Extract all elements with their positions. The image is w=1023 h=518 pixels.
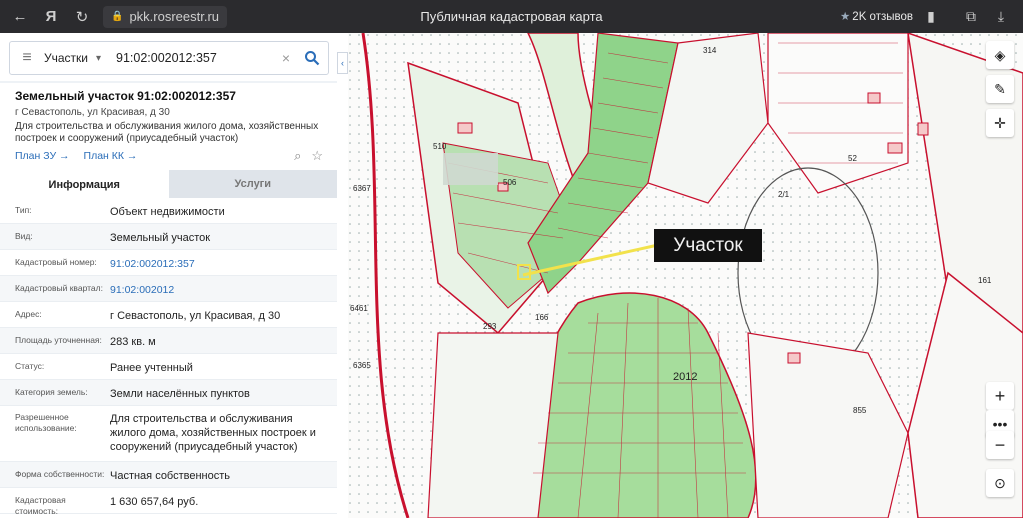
parcel-label: 506 (503, 178, 517, 187)
row-label: Кадастровый номер: (15, 257, 97, 267)
row-value: Ранее учтенный (110, 362, 193, 374)
parcel-label: 6367 (353, 184, 371, 193)
row-value: 1 630 657,64 руб. (110, 496, 199, 508)
divider (0, 81, 337, 83)
row-label: Тип: (15, 205, 32, 215)
zoom-in-button[interactable]: + (986, 382, 1014, 410)
parcel-title: Земельный участок 91:02:002012:357 (15, 89, 236, 103)
reload-icon[interactable]: ↻ (71, 6, 93, 28)
compass-icon[interactable]: ⊙ (986, 469, 1014, 497)
reviews-badge[interactable]: ★ 2K отзывов (840, 9, 913, 23)
row-value: Объект недвижимости (110, 206, 225, 218)
zoom-out-button[interactable]: − (986, 431, 1014, 459)
collapse-panel-button[interactable]: ‹ (337, 52, 348, 74)
search-bar: ≡ Участки ▾ 91:02:002012:357 × (9, 41, 329, 75)
parcel-label: 314 (703, 46, 717, 55)
table-row: Категория земель: Земли населённых пункто… (0, 380, 337, 406)
row-value: г Севастополь, ул Красивая, д 30 (110, 310, 281, 322)
table-row: Тип: Объект недвижимости (0, 198, 337, 224)
cadastral-number-link[interactable]: 91:02:002012:357 (110, 257, 337, 271)
cadastral-quarter-link[interactable]: 91:02:002012 (110, 283, 337, 297)
zoom-to-icon[interactable]: ⌕ (294, 148, 301, 164)
yandex-icon[interactable]: Я (40, 6, 62, 28)
table-row: Вид: Земельный участок (0, 224, 337, 250)
table-row: Разрешенное использование: Для строительс… (0, 406, 337, 462)
reviews-count: 2K отзывов (852, 11, 913, 23)
row-label: Вид: (15, 231, 33, 241)
cadastral-map[interactable]: 510 506 293 166 314 2/1 161 6367 6461 63… (348, 33, 1023, 518)
parcel-address: г Севастополь, ул Красивая, д 30 (15, 107, 170, 118)
row-value: Земельный участок (110, 232, 211, 244)
parcel-label: 161 (978, 276, 992, 285)
block-label: 2012 (673, 371, 697, 383)
plan-kk-link[interactable]: План КК → (84, 150, 138, 162)
menu-icon[interactable]: ≡ (10, 49, 44, 67)
clear-icon[interactable]: × (276, 50, 296, 66)
parcel-label: 6461 (350, 304, 368, 313)
tab-services[interactable]: Услуги (168, 170, 337, 198)
row-value: 283 кв. м (110, 336, 156, 348)
address-bar[interactable]: 🔒 pkk.rosreestr.ru (103, 5, 228, 28)
row-label: Площадь уточненная: (15, 335, 102, 345)
parcel-actions: ⌕ ☆ (294, 148, 323, 164)
parcel-label: 2/1 (778, 190, 790, 199)
search-icon (305, 51, 320, 66)
row-value: Частная собственность (110, 470, 231, 482)
row-label: Кадастровый квартал: (15, 283, 103, 293)
row-value: Для строительства и обслуживания жилого … (110, 413, 316, 453)
table-row: Кадастровая стоимость: 1 630 657,64 руб. (0, 488, 337, 516)
table-row: Кадастровый номер: 91:02:002012:357 (0, 250, 337, 276)
url-text: pkk.rosreestr.ru (129, 9, 220, 24)
parcel-purpose: Для строительства и обслуживания жилого … (15, 121, 319, 144)
layers-icon[interactable]: ◈ (986, 41, 1014, 69)
lock-icon: 🔒 (111, 11, 124, 22)
row-label: Форма собственности: (15, 469, 105, 479)
table-row: Площадь уточненная: 283 кв. м (0, 328, 337, 354)
search-button[interactable] (296, 42, 328, 74)
parcel-label: 166 (535, 313, 549, 322)
parcel-label: 293 (483, 322, 497, 331)
watermark-box (443, 153, 498, 185)
parcel-label: 6365 (353, 361, 371, 370)
plan-links: План ЗУ → План КК → (15, 150, 137, 162)
table-row: Форма собственности: Частная собственност… (0, 462, 337, 488)
row-label: Статус: (15, 361, 45, 371)
tabs: Информация Услуги (0, 170, 337, 198)
download-icon[interactable]: ⤓ (991, 6, 1011, 26)
chevron-down-icon[interactable]: ▾ (96, 53, 116, 64)
parcel-label: 52 (848, 154, 857, 163)
bookmark-icon[interactable]: ▮ (921, 6, 941, 26)
table-row: Статус: Ранее учтенный (0, 354, 337, 380)
map-canvas: 510 506 293 166 314 2/1 161 6367 6461 63… (348, 33, 1023, 518)
plan-zu-link[interactable]: План ЗУ → (15, 150, 70, 162)
tabs-icon[interactable]: ⧉ (961, 6, 981, 26)
row-label: Разрешенное использование: (15, 412, 77, 433)
table-row: Кадастровый квартал: 91:02:002012 (0, 276, 337, 302)
row-label: Адрес: (15, 309, 42, 319)
ruler-icon[interactable]: ✎ (986, 75, 1014, 103)
parcel-label: 855 (853, 406, 867, 415)
parcel-block (427, 332, 559, 518)
locate-icon[interactable]: ✛ (986, 109, 1014, 137)
browser-toolbar: ← Я ↻ 🔒 pkk.rosreestr.ru Публичная кадас… (0, 0, 1023, 33)
info-sidebar: ≡ Участки ▾ 91:02:002012:357 × Земельный… (0, 33, 337, 518)
row-value: Земли населённых пунктов (110, 388, 250, 400)
parcel-label: 510 (433, 142, 447, 151)
attributes-table: Тип: Объект недвижимости Вид: Земельный уч… (0, 198, 337, 516)
search-type-select[interactable]: Участки (44, 51, 96, 65)
back-arrow-icon[interactable]: ← (9, 6, 31, 28)
star-icon: ★ (839, 11, 851, 23)
parcel-callout: Участок (654, 229, 762, 262)
table-row: Адрес: г Севастополь, ул Красивая, д 30 (0, 302, 337, 328)
row-label: Кадастровая стоимость: (15, 495, 66, 516)
row-label: Категория земель: (15, 387, 88, 397)
search-input[interactable]: 91:02:002012:357 (116, 51, 276, 65)
tab-info[interactable]: Информация (0, 170, 169, 198)
favorite-star-icon[interactable]: ☆ (311, 148, 323, 164)
